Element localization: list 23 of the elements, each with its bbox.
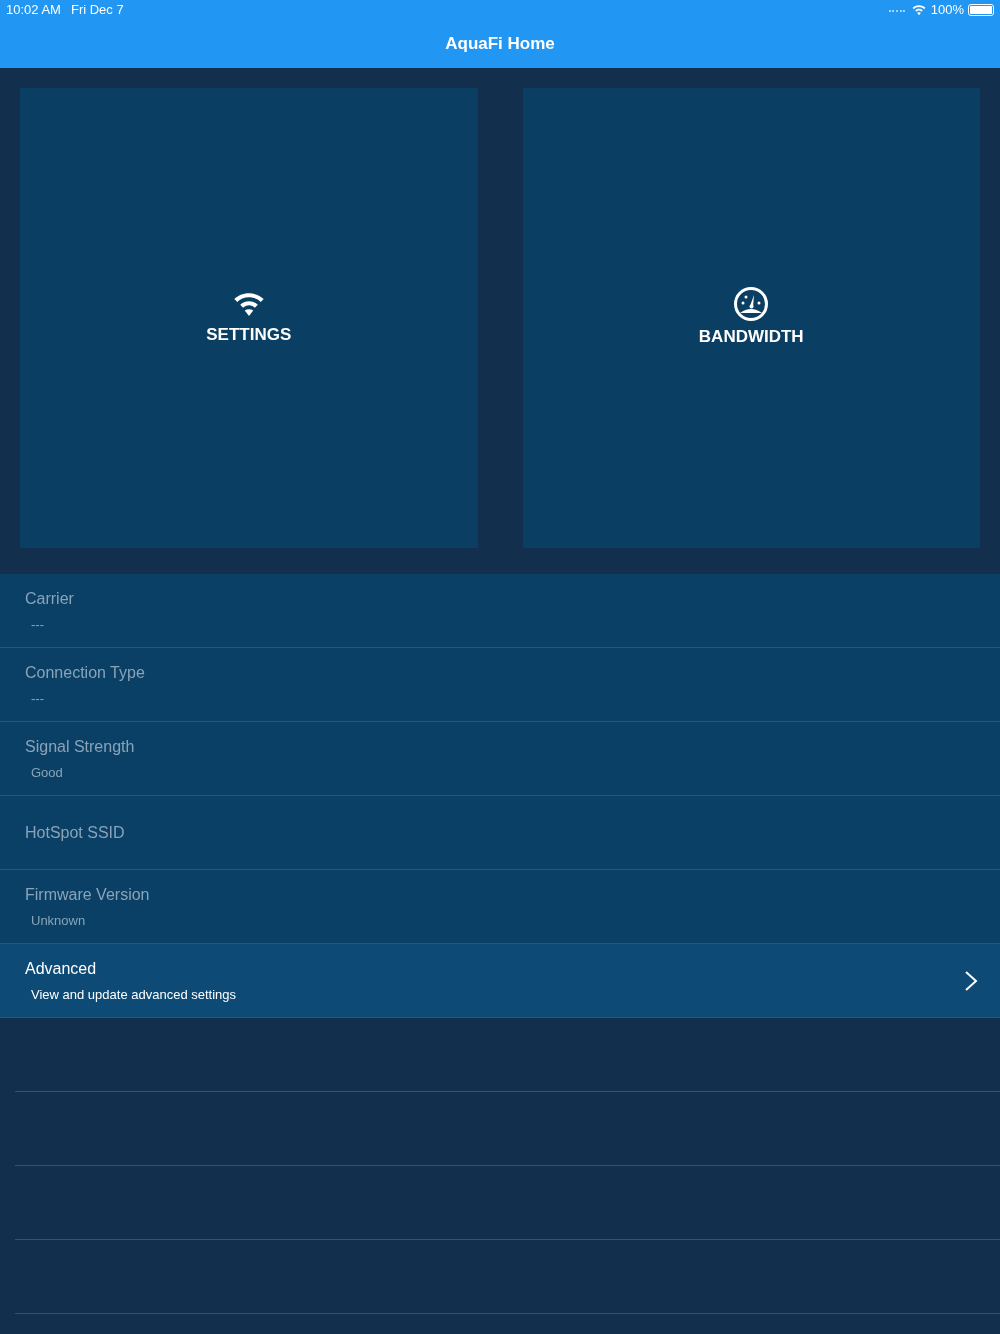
battery-icon <box>968 4 994 16</box>
wifi-status-icon <box>910 3 927 17</box>
row-title: Carrier <box>25 588 75 609</box>
status-time: 10:02 AM <box>6 1 61 20</box>
row-subtitle: Unknown <box>31 911 87 930</box>
row-title: HotSpot SSID <box>25 822 126 843</box>
row-subtitle: --- <box>31 615 45 634</box>
tile-button[interactable]: SETTINGS <box>20 88 478 548</box>
status-date: Fri Dec 7 <box>70 1 124 20</box>
signal-dots-icon <box>888 8 905 12</box>
row-title: Connection Type <box>25 662 146 683</box>
battery-percent: 100% <box>930 1 964 20</box>
chevron-icon <box>964 969 978 992</box>
navigation-title: AquaFi Home <box>445 33 555 56</box>
list-row[interactable]: Advanced View and update advanced settings <box>0 944 1000 1018</box>
row-title: Advanced <box>25 958 98 979</box>
row-subtitle: View and update advanced settings <box>31 985 238 1004</box>
tile-button[interactable]: BANDWIDTH <box>522 88 980 548</box>
row-subtitle: Good <box>31 763 64 782</box>
row-title: Signal Strength <box>25 736 136 757</box>
row-subtitle: --- <box>31 689 45 708</box>
gauge-icon <box>733 286 770 323</box>
row-title: Firmware Version <box>25 884 151 905</box>
